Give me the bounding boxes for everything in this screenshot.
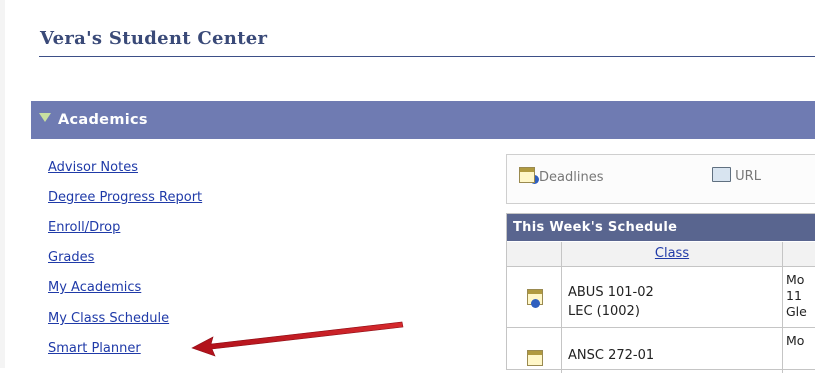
red-arrow-annotation (191, 321, 404, 357)
arrow-shape (191, 321, 404, 357)
